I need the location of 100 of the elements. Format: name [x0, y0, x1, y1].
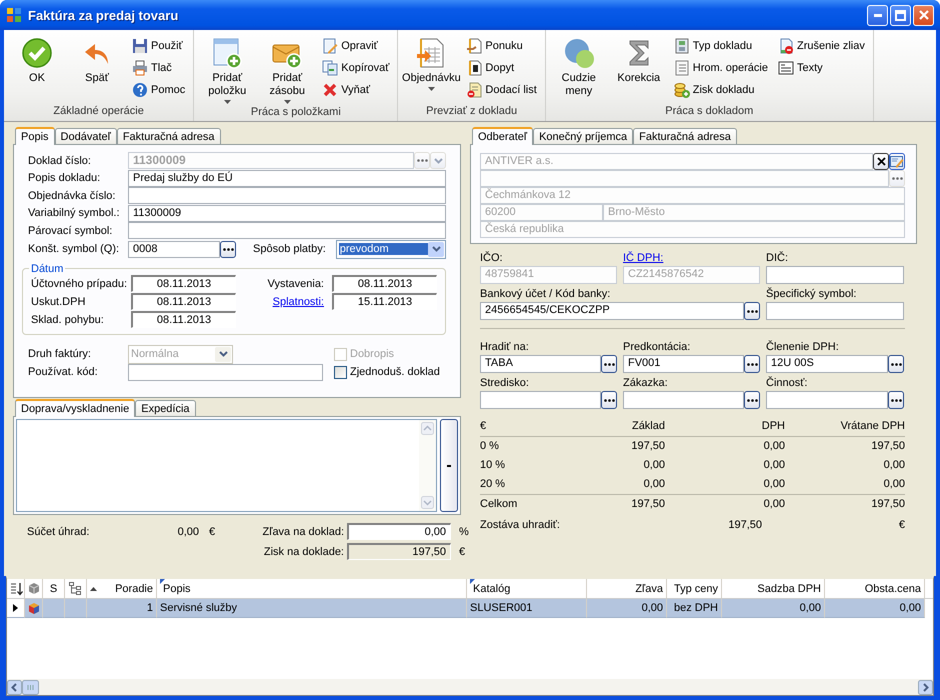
scrollbar[interactable]: [419, 420, 436, 511]
text-field[interactable]: [623, 391, 744, 409]
field-label: Objednávka číslo:: [28, 190, 116, 202]
field-label: Členenie DPH:: [766, 339, 840, 355]
tab[interactable]: Dodávateľ: [54, 128, 117, 144]
text-field[interactable]: 08.11.2013: [131, 275, 236, 292]
text-field[interactable]: 08.11.2013: [332, 275, 437, 292]
toolbar-button[interactable]: Hrom. operácie: [672, 57, 770, 79]
checkbox[interactable]: [334, 366, 347, 379]
text-field[interactable]: [480, 170, 889, 187]
text-field[interactable]: 08.11.2013: [131, 293, 236, 310]
link[interactable]: Splatnosti:: [272, 296, 324, 308]
toolbar-button[interactable]: Cudzie meny: [552, 33, 606, 103]
lookup-button[interactable]: [744, 355, 760, 373]
toolbar-button[interactable]: Vyňať: [320, 79, 392, 101]
text-field[interactable]: [128, 364, 323, 381]
text-field[interactable]: 0008: [128, 240, 220, 258]
toolbar-button[interactable]: Späť: [70, 33, 124, 103]
clear-button[interactable]: [873, 153, 889, 170]
toolbar-button[interactable]: Opraviť: [320, 35, 392, 57]
tab[interactable]: Fakturačná adresa: [633, 128, 737, 144]
text-field[interactable]: FV001: [623, 355, 744, 373]
minimize-button[interactable]: [867, 4, 888, 26]
edit-button[interactable]: [889, 153, 905, 170]
table-row[interactable]: 1 Servisné služby SLUSER001 0,00 bez DPH 0,00 0,00: [7, 599, 933, 618]
dropdown-button[interactable]: [440, 419, 458, 512]
maximize-button[interactable]: [890, 4, 911, 26]
text-field[interactable]: TABA: [480, 355, 601, 373]
toolbar-button[interactable]: Typ dokladu: [672, 35, 770, 57]
chevron-down-icon: [434, 158, 442, 164]
scrollbar[interactable]: [7, 679, 933, 695]
dropdown[interactable]: prevodom: [336, 240, 446, 258]
lookup-button[interactable]: [744, 302, 760, 320]
toolbar-button[interactable]: Pridať zásobu: [260, 33, 314, 104]
toolbar-button[interactable]: Použiť: [130, 35, 188, 57]
toolbar-button[interactable]: Pridať položku: [200, 33, 254, 104]
close-button[interactable]: [913, 4, 934, 26]
text-field[interactable]: 12U 00S: [766, 355, 888, 373]
tab[interactable]: Expedícia: [135, 400, 196, 416]
text-field[interactable]: Predaj služby do EÚ: [128, 170, 446, 187]
close-icon: [876, 157, 886, 166]
unit: %: [458, 526, 470, 538]
column-header: €: [480, 417, 580, 437]
text-lines-icon: [778, 60, 794, 76]
coins-icon: [562, 37, 595, 69]
column-header[interactable]: Katalóg: [467, 579, 587, 598]
maximize-icon: [895, 10, 906, 20]
document-pencil-icon: [322, 38, 338, 54]
toolbar-button[interactable]: Zisk dokladu: [672, 79, 770, 101]
document-square-icon: [466, 60, 482, 76]
toolbar-button[interactable]: Texty: [776, 57, 867, 79]
tab[interactable]: Popis: [15, 127, 55, 145]
text-field[interactable]: [128, 187, 446, 204]
table-cell: Celkom: [480, 494, 580, 514]
tab[interactable]: Konečný príjemca: [533, 128, 634, 144]
text-field[interactable]: 0,00: [347, 523, 451, 540]
text-field[interactable]: 197,50: [347, 543, 451, 560]
toolbar-button[interactable]: Kopírovať: [320, 57, 392, 79]
column-header[interactable]: Sadzba DPH: [722, 579, 825, 598]
currency: €: [458, 546, 466, 558]
lookup-button[interactable]: [888, 391, 904, 409]
tab[interactable]: Fakturačná adresa: [116, 128, 221, 144]
text-field[interactable]: [128, 222, 446, 240]
lookup-button[interactable]: [601, 355, 617, 373]
lookup-button[interactable]: [220, 240, 236, 258]
field-label: Párovací symbol:: [28, 224, 114, 237]
lookup-button[interactable]: [888, 355, 904, 373]
toolbar-button[interactable]: Zrušenie zliav: [776, 35, 867, 57]
text-field[interactable]: 2456654545/CEKOCZPP: [480, 302, 744, 320]
tab[interactable]: Doprava/vyskladnenie: [15, 399, 136, 417]
text-field[interactable]: [766, 266, 904, 284]
tab[interactable]: Odberateľ: [472, 127, 534, 145]
lookup-button[interactable]: [601, 391, 617, 409]
toolbar-button[interactable]: Korekcia: [612, 33, 666, 103]
column-header[interactable]: Popis: [157, 579, 467, 598]
toolbar-button[interactable]: Dopyt: [464, 57, 539, 79]
column-header[interactable]: Typ ceny: [667, 579, 722, 598]
toolbar-button[interactable]: Objednávku: [404, 33, 458, 103]
field-label: Zostáva uhradiť:: [480, 519, 561, 531]
toolbar-button[interactable]: Dodací list: [464, 79, 539, 101]
text-field[interactable]: 11300009: [128, 204, 446, 222]
toolbar-button[interactable]: Pomoc: [130, 79, 188, 101]
toolbar-button[interactable]: Tlač: [130, 57, 188, 79]
text-field[interactable]: [766, 391, 888, 409]
lookup-button[interactable]: [744, 391, 760, 409]
text-field[interactable]: [766, 302, 904, 320]
text-field[interactable]: [480, 391, 601, 409]
toolbar-button[interactable]: Ponuku: [464, 35, 539, 57]
column-header: DPH: [665, 417, 785, 437]
text-field[interactable]: 08.11.2013: [131, 311, 236, 328]
link[interactable]: IČ DPH:: [623, 250, 760, 266]
column-header[interactable]: Zľava: [587, 579, 667, 598]
copy-documents-icon: [322, 60, 338, 76]
toolbar-button[interactable]: OK: [10, 33, 64, 103]
currency: €: [208, 526, 216, 538]
text-field[interactable]: 15.11.2013: [332, 293, 437, 310]
table-cell-text: 0 %: [480, 439, 500, 454]
column-header[interactable]: Obsta.cena: [825, 579, 925, 598]
column-header[interactable]: S: [43, 579, 65, 598]
column-header[interactable]: Poradie: [87, 579, 157, 598]
